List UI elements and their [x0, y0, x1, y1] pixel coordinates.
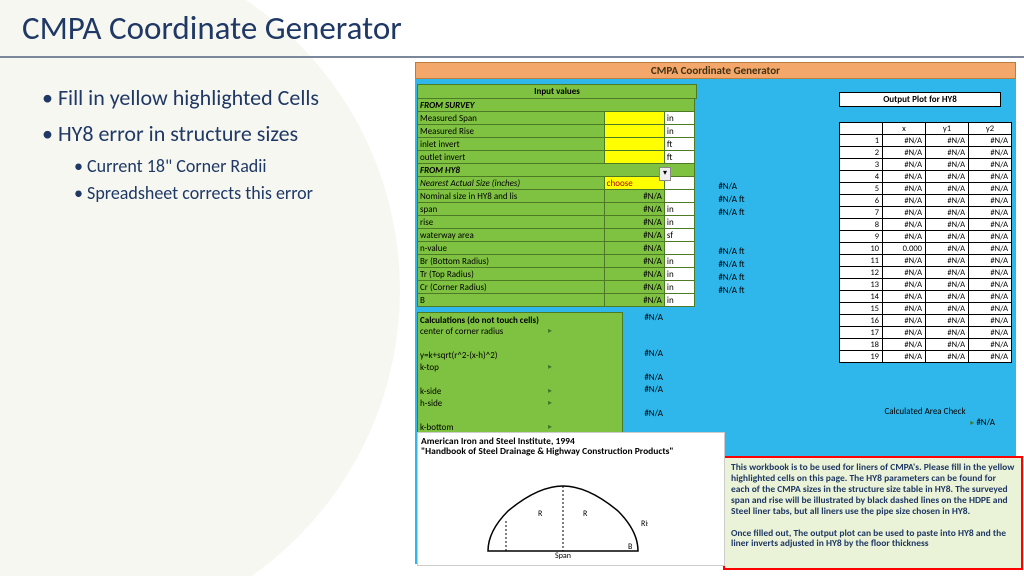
nearest-size-dropdown[interactable]: choose [604, 177, 664, 190]
bullet-subitem: Current 18" Corner Radii [74, 155, 404, 178]
outlet-invert-input[interactable] [604, 151, 664, 164]
svg-text:Rise: Rise [641, 519, 648, 529]
input-values-table: FROM SURVEY Measured Spanin Measured Ris… [417, 98, 695, 307]
bullet-item: HY8 error in structure sizes [42, 120, 404, 148]
output-plot-table: xy1y2 1#N/A#N/A#N/A2#N/A#N/A#N/A3#N/A#N/… [839, 122, 1012, 363]
page-title: CMPA Coordinate Generator [22, 8, 402, 48]
instructions-note: This workbook is to be used for liners o… [723, 456, 1023, 570]
svg-text:R: R [538, 509, 543, 519]
from-hy8-header: FROM HY8 [418, 164, 695, 177]
unit-conversion-column: #N/A #N/A ft #N/A ft #N/A ft #N/A ft #N/… [707, 180, 767, 297]
svg-text:B: B [628, 542, 633, 552]
calculations-block: Calculations (do not touch cells) center… [417, 312, 623, 437]
spreadsheet-panel: CMPA Coordinate Generator Input values F… [415, 62, 1016, 564]
bullet-subitem: Spreadsheet corrects this error [74, 182, 404, 205]
title-rule [0, 56, 1024, 58]
reference-diagram: American Iron and Steel Institute, 1994 … [417, 432, 725, 566]
measured-span-input[interactable] [604, 112, 664, 125]
measured-rise-input[interactable] [604, 125, 664, 138]
inlet-invert-input[interactable] [604, 138, 664, 151]
arch-shape-icon: Span Rise B R R [478, 481, 648, 559]
dropdown-arrow-icon[interactable]: ▾ [659, 167, 671, 181]
sheet-banner: CMPA Coordinate Generator [415, 62, 1016, 79]
svg-text:R: R [583, 509, 588, 519]
bullet-list: Fill in yellow highlighted Cells HY8 err… [24, 80, 404, 208]
area-check: Calculated Area Check ▸ #N/A [855, 406, 995, 428]
svg-text:Span: Span [555, 551, 571, 559]
calc-values: #N/A #N/A #N/A #N/A #N/A [623, 312, 663, 420]
from-survey-header: FROM SURVEY [418, 99, 695, 112]
output-header: Output Plot for HY8 [839, 92, 1001, 107]
bullet-item: Fill in yellow highlighted Cells [42, 84, 404, 112]
input-values-header: Input values [417, 84, 697, 99]
